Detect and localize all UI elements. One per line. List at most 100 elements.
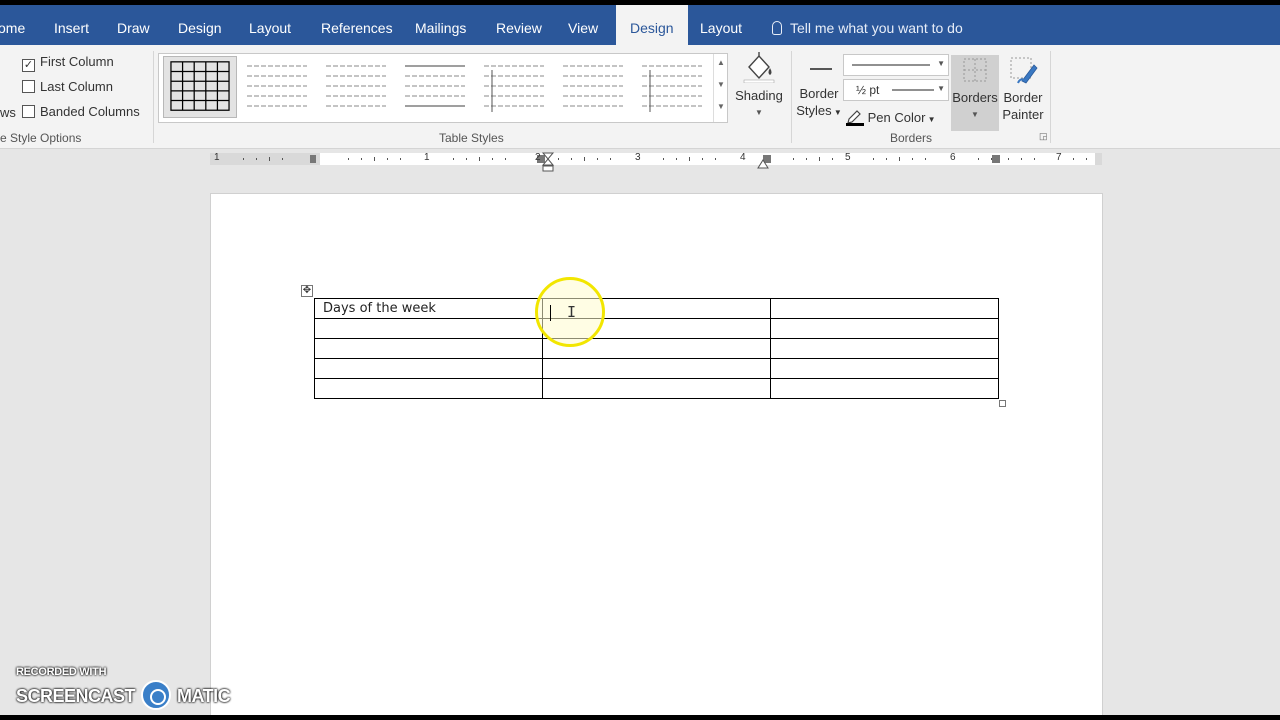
tab-home[interactable]: ome bbox=[0, 5, 25, 45]
tab-layout[interactable]: Layout bbox=[249, 5, 291, 45]
right-indent-marker-icon[interactable] bbox=[757, 159, 769, 169]
line-weight-value: ½ pt bbox=[856, 83, 880, 97]
gallery-down-icon[interactable]: ▼ bbox=[717, 80, 725, 89]
document-page[interactable]: ✥ Days of the week bbox=[210, 193, 1103, 715]
table-row bbox=[314, 378, 999, 399]
table-styles-group-label: Table Styles bbox=[439, 131, 504, 145]
border-styles-label-2: Styles bbox=[796, 103, 832, 118]
ruler-number: 3 bbox=[635, 152, 641, 163]
table-row: Days of the week bbox=[314, 298, 999, 319]
gallery-scroll[interactable]: ▲ ▼ ▼ bbox=[713, 54, 727, 122]
border-styles-dropdown-icon: ▼ bbox=[831, 108, 842, 117]
shading-label: Shading bbox=[735, 88, 783, 103]
borders-group-label: Borders bbox=[890, 131, 933, 145]
gallery-up-icon[interactable]: ▲ bbox=[717, 58, 725, 67]
table-cell[interactable] bbox=[542, 378, 771, 399]
table-style-grid[interactable] bbox=[163, 56, 237, 118]
banded-rows-label-cut: ws bbox=[0, 105, 16, 120]
pen-color-label: Pen Color bbox=[867, 110, 926, 125]
line-style-select[interactable]: ▼ bbox=[843, 54, 949, 76]
table-cell[interactable] bbox=[770, 318, 999, 339]
ruler-number: 2 bbox=[535, 152, 541, 163]
ruler-number: 4 bbox=[740, 152, 746, 163]
text-caret bbox=[550, 305, 551, 321]
border-painter-label-2: Painter bbox=[1002, 107, 1044, 122]
banded-columns-checkbox[interactable] bbox=[22, 105, 35, 118]
gallery-more-icon[interactable]: ▼ bbox=[717, 102, 725, 111]
indent-marker-icon[interactable] bbox=[541, 151, 555, 173]
group-separator bbox=[153, 51, 154, 143]
watermark-text-b: MATIC bbox=[177, 686, 231, 706]
ruler-number: 1 bbox=[424, 152, 430, 163]
table-cell[interactable] bbox=[314, 338, 543, 359]
tab-design[interactable]: Design bbox=[178, 5, 222, 45]
ruler-number: 6 bbox=[950, 152, 956, 163]
table-style-plain-4[interactable] bbox=[482, 62, 546, 114]
line-weight-select[interactable]: ½ pt ▼ bbox=[843, 79, 949, 101]
pen-color-dropdown-icon: ▼ bbox=[925, 115, 936, 124]
table-cell[interactable] bbox=[314, 318, 543, 339]
table-cell[interactable] bbox=[542, 358, 771, 379]
borders-icon bbox=[963, 58, 987, 82]
table-cell[interactable] bbox=[770, 358, 999, 379]
border-styles-button[interactable]: Border Styles ▼ bbox=[796, 51, 842, 129]
table-move-handle-icon[interactable]: ✥ bbox=[301, 285, 313, 297]
line-style-icon bbox=[852, 64, 930, 66]
ruler-number: 7 bbox=[1056, 152, 1062, 163]
table-style-plain-6[interactable] bbox=[640, 62, 704, 114]
border-styles-label-1: Border bbox=[799, 86, 839, 101]
table-style-plain-1[interactable] bbox=[245, 62, 309, 114]
screencast-watermark: RECORDED WITH SCREENCAST MATIC bbox=[16, 666, 231, 710]
last-column-label: Last Column bbox=[40, 79, 113, 94]
tell-me-box[interactable]: Tell me what you want to do bbox=[772, 5, 963, 45]
table-style-plain-3[interactable] bbox=[403, 62, 467, 114]
borders-button[interactable]: Borders ▼ bbox=[951, 55, 999, 131]
banded-columns-option[interactable]: Banded Columns bbox=[22, 104, 140, 124]
shading-button[interactable]: Shading ▼ bbox=[733, 51, 785, 127]
table-styles-gallery[interactable]: ▲ ▼ ▼ bbox=[158, 53, 728, 123]
last-column-checkbox[interactable] bbox=[22, 80, 35, 93]
style-options-group-label: e Style Options bbox=[0, 131, 82, 145]
pen-color-button[interactable]: Pen Color ▼ bbox=[846, 108, 936, 128]
tab-view[interactable]: View bbox=[568, 5, 598, 45]
table-row bbox=[314, 358, 999, 379]
table-style-plain-5[interactable] bbox=[561, 62, 625, 114]
table-cell[interactable] bbox=[770, 338, 999, 359]
borders-label: Borders bbox=[952, 90, 998, 105]
table-row bbox=[314, 318, 999, 339]
border-style-icon bbox=[810, 68, 832, 70]
ibeam-cursor-icon: I bbox=[567, 303, 577, 321]
table-cell[interactable]: Days of the week bbox=[314, 298, 543, 319]
table-cell[interactable] bbox=[314, 358, 543, 379]
table-style-plain-2[interactable] bbox=[324, 62, 388, 114]
border-painter-button[interactable]: Border Painter bbox=[1000, 55, 1046, 131]
document-table[interactable]: Days of the week bbox=[314, 298, 999, 399]
lightbulb-icon bbox=[772, 21, 782, 35]
border-painter-label-1: Border bbox=[1003, 90, 1043, 105]
table-cell[interactable] bbox=[314, 378, 543, 399]
table-resize-handle[interactable] bbox=[999, 400, 1006, 407]
table-cell[interactable] bbox=[770, 298, 999, 319]
table-row bbox=[314, 338, 999, 359]
last-column-option[interactable]: Last Column bbox=[22, 79, 113, 99]
borders-dialog-launcher-icon[interactable]: ◲ bbox=[1039, 131, 1048, 142]
shading-dropdown-icon: ▼ bbox=[755, 108, 763, 117]
tab-insert[interactable]: Insert bbox=[54, 5, 89, 45]
first-column-checkbox[interactable]: ✓ bbox=[22, 59, 35, 72]
border-painter-icon bbox=[1010, 57, 1038, 84]
horizontal-ruler[interactable]: 1 1 2 3 4 5 6 7 bbox=[210, 152, 1102, 172]
first-column-option[interactable]: ✓ First Column bbox=[22, 54, 114, 74]
borders-dropdown-icon: ▼ bbox=[971, 110, 979, 119]
ribbon-table-design: ✓ First Column Last Column ws Banded Colu… bbox=[0, 45, 1280, 149]
word-window: ome Insert Draw Design Layout References… bbox=[0, 5, 1280, 715]
tab-mailings[interactable]: Mailings bbox=[415, 5, 466, 45]
tab-table-layout[interactable]: Layout bbox=[700, 5, 742, 45]
group-separator bbox=[1050, 51, 1051, 143]
tab-review[interactable]: Review bbox=[496, 5, 542, 45]
tab-draw[interactable]: Draw bbox=[117, 5, 150, 45]
tab-table-design[interactable]: Design bbox=[616, 5, 688, 45]
table-cell[interactable] bbox=[770, 378, 999, 399]
screencast-logo-icon bbox=[141, 680, 172, 710]
pen-icon bbox=[846, 110, 864, 126]
tab-references[interactable]: References bbox=[321, 5, 393, 45]
